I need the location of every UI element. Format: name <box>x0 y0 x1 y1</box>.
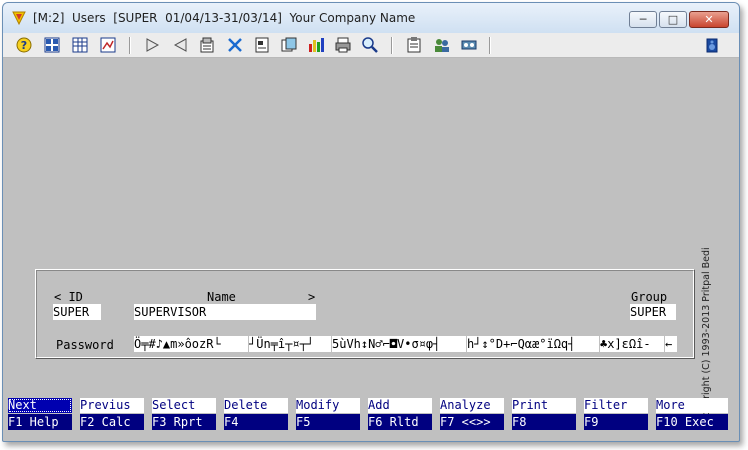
password-segment-5[interactable]: ♣x]εΩî- <box>600 336 664 352</box>
app-window: [M:2] Users [SUPER 01/04/13-31/03/14] Yo… <box>2 2 740 442</box>
app-logo-icon[interactable] <box>12 11 26 25</box>
fk-label: Filter <box>584 398 648 413</box>
fk-key: F2 Calc <box>80 414 144 430</box>
fk-key: F5 <box>296 414 360 430</box>
toolbar-separator <box>129 37 131 54</box>
group-label: Group <box>631 290 668 304</box>
grid-icon[interactable] <box>43 36 61 54</box>
fk-select[interactable]: Select F3 Rprt <box>152 398 216 432</box>
svg-text:?: ? <box>21 39 27 52</box>
password-segment-1[interactable]: Ö╤#♪▲m»ôozR└ <box>134 336 248 352</box>
fk-add[interactable]: Add F6 Rltd <box>368 398 432 432</box>
users-icon[interactable] <box>433 36 451 54</box>
toolbar-separator <box>489 37 491 54</box>
minimize-icon: ─ <box>639 13 647 26</box>
fk-label: Delete <box>224 398 288 413</box>
fk-key: F7 <<>> <box>440 414 504 430</box>
fk-key: F3 Rprt <box>152 414 216 430</box>
fk-label: Analyze <box>440 398 504 413</box>
fk-key: F4 <box>224 414 288 430</box>
fk-label: Add <box>368 398 432 413</box>
fk-modify[interactable]: Modify F5 <box>296 398 360 432</box>
settings-icon[interactable] <box>198 36 216 54</box>
play-icon[interactable] <box>143 36 161 54</box>
id-field[interactable]: SUPER <box>53 304 101 320</box>
fk-filter[interactable]: Filter F9 <box>584 398 648 432</box>
fk-next[interactable]: Next F1 Help <box>8 398 72 432</box>
group-field[interactable]: SUPER <box>630 304 676 320</box>
fk-analyze[interactable]: Analyze F7 <<>> <box>440 398 504 432</box>
name-label: Name <box>207 290 236 304</box>
title-bar[interactable]: [M:2] Users [SUPER 01/04/13-31/03/14] Yo… <box>3 3 739 34</box>
fk-print[interactable]: Print F8 <box>512 398 576 432</box>
fk-label: Previus <box>80 398 144 413</box>
help-icon[interactable]: ? <box>15 36 33 54</box>
close-icon: ✕ <box>704 13 714 26</box>
toolbar-separator <box>391 37 393 54</box>
fk-label: Select <box>152 398 216 413</box>
password-segment-2[interactable]: ┘Ün╤î┬¤┬┘ <box>249 336 331 352</box>
minimize-button[interactable]: ─ <box>629 11 657 28</box>
password-segment-6[interactable]: ← <box>665 336 677 352</box>
fk-key: F9 <box>584 414 648 430</box>
close-button[interactable]: ✕ <box>689 11 729 28</box>
report-icon[interactable] <box>99 36 117 54</box>
search-icon[interactable] <box>361 36 379 54</box>
fk-previus[interactable]: Previus F2 Calc <box>80 398 144 432</box>
clipboard-icon[interactable] <box>405 36 423 54</box>
window-title: [M:2] Users [SUPER 01/04/13-31/03/14] Yo… <box>33 11 416 25</box>
toolbar: ? <box>3 33 739 58</box>
fk-label: Print <box>512 398 576 413</box>
fk-more[interactable]: More F10 Exec <box>656 398 728 432</box>
password-label: Password <box>56 338 114 352</box>
fk-label: Modify <box>296 398 360 413</box>
back-icon[interactable] <box>171 36 189 54</box>
password-segment-4[interactable]: h┘↕°D+⌐Qαæ°ïΩq┤ <box>467 336 599 352</box>
chart-icon[interactable] <box>307 36 325 54</box>
maximize-icon: □ <box>667 13 679 26</box>
fk-key: F6 Rltd <box>368 414 432 430</box>
tools-icon[interactable] <box>226 36 244 54</box>
speaker-icon[interactable] <box>703 36 721 54</box>
password-segment-3[interactable]: 5ùVh↕N♂⌐◘V•σ¤φ┤ <box>332 336 466 352</box>
fk-key: F8 <box>512 414 576 430</box>
maximize-button[interactable]: □ <box>659 11 687 28</box>
work-area: Copyright (C) 1993-2013 Pritpal Bedi < I… <box>3 58 739 423</box>
id-label: < ID <box>54 290 83 304</box>
fk-delete[interactable]: Delete F4 <box>224 398 288 432</box>
table-icon[interactable] <box>71 36 89 54</box>
fk-label: Next <box>8 398 72 413</box>
fk-label: More <box>656 398 728 413</box>
function-key-bar: Next F1 Help Previus F2 Calc Select F3 R… <box>3 398 739 432</box>
print-icon[interactable] <box>334 36 352 54</box>
copy-icon[interactable] <box>280 36 298 54</box>
config-icon[interactable] <box>460 36 478 54</box>
name-scroll-arrow: > <box>308 290 316 304</box>
name-field[interactable]: SUPERVISOR <box>134 304 316 320</box>
fk-key: F1 Help <box>8 414 72 430</box>
document-icon[interactable] <box>253 36 271 54</box>
user-form-panel: < ID Name > Group SUPER SUPERVISOR SUPER… <box>35 269 695 359</box>
fk-key: F10 Exec <box>656 414 728 430</box>
